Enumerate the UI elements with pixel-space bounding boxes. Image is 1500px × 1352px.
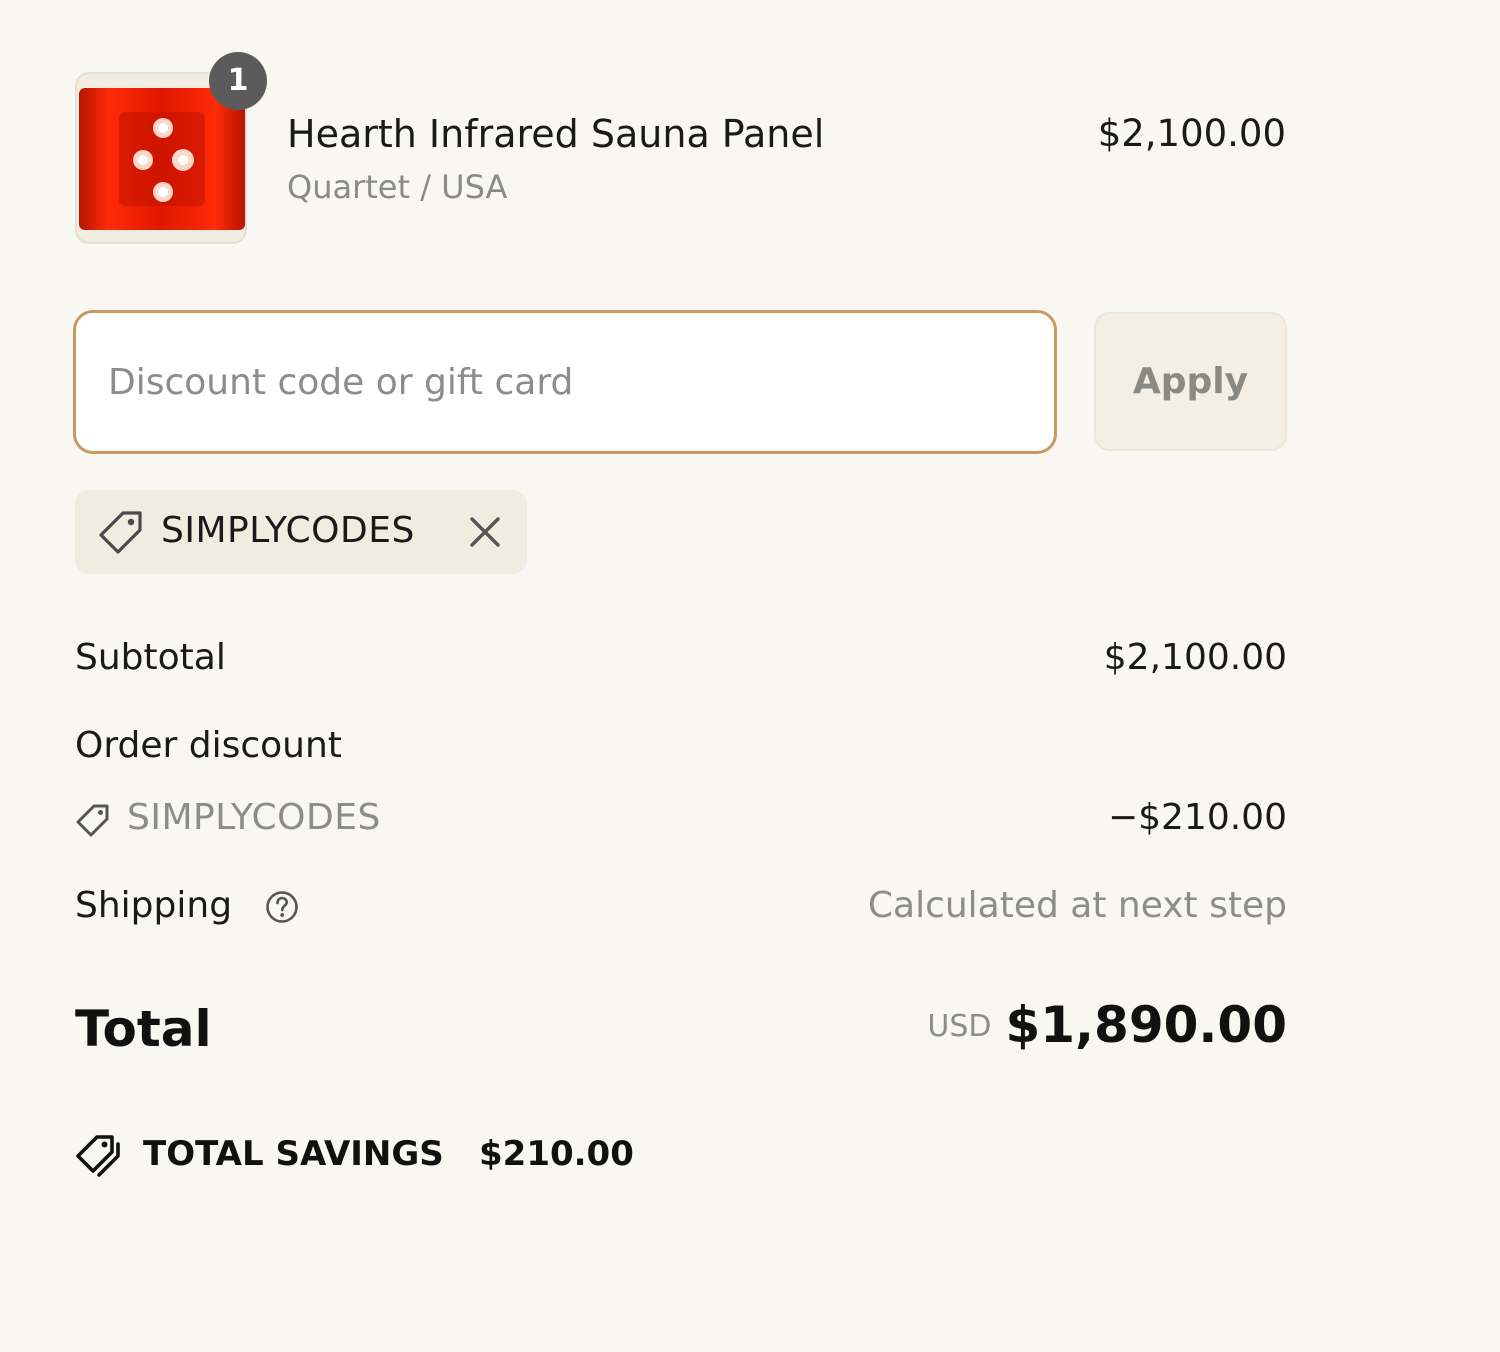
- product-name: Hearth Infrared Sauna Panel: [287, 112, 825, 156]
- total-savings-label: TOTAL SAVINGS: [143, 1134, 444, 1174]
- total-amount: $1,890.00: [1005, 996, 1287, 1054]
- order-discount-label: Order discount: [75, 725, 342, 766]
- discount-code-input[interactable]: [73, 310, 1057, 454]
- tag-icon: [99, 511, 142, 554]
- subtotal-label: Subtotal: [75, 637, 226, 678]
- quantity-badge: 1: [209, 52, 267, 110]
- shipping-label: Shipping: [75, 885, 233, 926]
- total-currency: USD: [927, 1009, 992, 1044]
- total: USD $1,890.00: [927, 996, 1287, 1054]
- help-circle-icon[interactable]: [264, 889, 300, 925]
- total-label: Total: [75, 1000, 212, 1058]
- tag-icon: [76, 804, 109, 837]
- product-image: [79, 88, 245, 230]
- subtotal-value: $2,100.00: [1103, 637, 1287, 678]
- order-discount-value: −$210.00: [1107, 797, 1287, 838]
- sauna-panel-image-icon: [119, 112, 205, 206]
- apply-button[interactable]: Apply: [1094, 312, 1287, 451]
- order-discount-code-label: SIMPLYCODES: [127, 797, 381, 838]
- shipping-value: Calculated at next step: [867, 885, 1287, 926]
- applied-code-chip: SIMPLYCODES: [75, 490, 527, 574]
- remove-code-icon[interactable]: [463, 510, 507, 554]
- total-savings-amount: $210.00: [479, 1134, 634, 1174]
- order-summary: 1 Hearth Infrared Sauna Panel Quartet / …: [0, 0, 1500, 1352]
- product-price: $2,100.00: [1097, 112, 1286, 155]
- savings-tags-icon: [76, 1135, 120, 1177]
- product-variant: Quartet / USA: [287, 168, 508, 206]
- applied-code-label: SIMPLYCODES: [161, 510, 415, 551]
